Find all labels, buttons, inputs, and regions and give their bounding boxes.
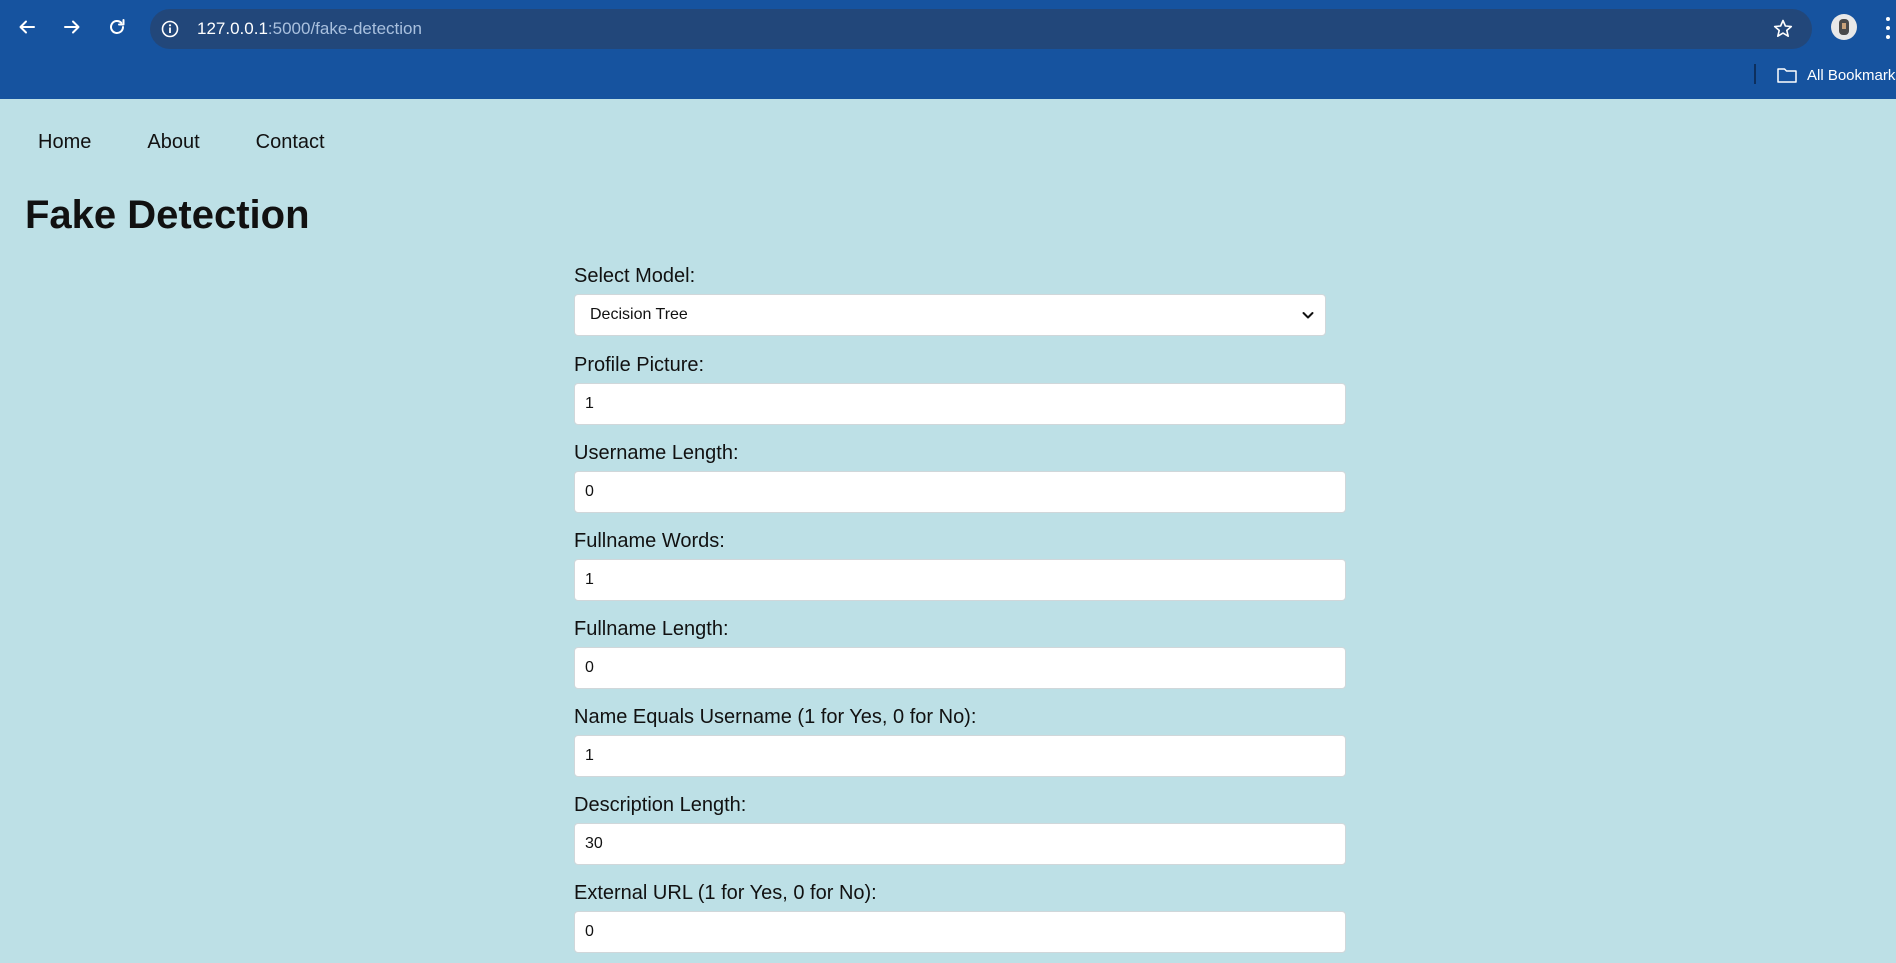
- name-equals-username-input[interactable]: [574, 735, 1346, 777]
- nav-home-link[interactable]: Home: [38, 131, 91, 154]
- page-body: Home About Contact Fake Detection Select…: [0, 99, 1896, 963]
- chevron-down-icon: [1302, 312, 1314, 319]
- profile-picture-label: Profile Picture:: [574, 354, 705, 376]
- folder-icon: [1777, 68, 1797, 83]
- browser-chrome: 127.0.0.1:5000/fake-detection All Bookma…: [0, 0, 1896, 99]
- address-bar[interactable]: 127.0.0.1:5000/fake-detection: [150, 9, 1812, 49]
- all-bookmarks-button[interactable]: All Bookmarks: [1776, 64, 1896, 86]
- name-equals-username-label: Name Equals Username (1 for Yes, 0 for N…: [574, 706, 977, 728]
- nav-about-link[interactable]: About: [147, 131, 199, 154]
- description-length-input[interactable]: [574, 823, 1346, 865]
- fullname-words-input[interactable]: [574, 559, 1346, 601]
- fullname-length-label: Fullname Length:: [574, 618, 729, 640]
- all-bookmarks-label: All Bookmarks: [1807, 66, 1896, 84]
- reload-button[interactable]: [99, 9, 135, 45]
- browser-toolbar: 127.0.0.1:5000/fake-detection: [0, 0, 1896, 54]
- model-select-value: Decision Tree: [590, 306, 688, 323]
- fullname-words-label: Fullname Words:: [574, 530, 725, 552]
- top-nav: Home About Contact: [38, 131, 381, 154]
- username-length-label: Username Length:: [574, 442, 739, 464]
- nav-contact-link[interactable]: Contact: [256, 131, 325, 154]
- username-length-input[interactable]: [574, 471, 1346, 513]
- arrow-right-icon: [64, 20, 80, 34]
- external-url-label: External URL (1 for Yes, 0 for No):: [574, 882, 877, 904]
- fullname-length-input[interactable]: [574, 647, 1346, 689]
- bookmarks-divider: [1754, 64, 1756, 84]
- arrow-left-icon: [19, 20, 35, 34]
- url-host: 127.0.0.1: [197, 19, 268, 38]
- bookmark-star-icon[interactable]: [1772, 18, 1794, 40]
- forward-button[interactable]: [54, 9, 90, 45]
- external-url-input[interactable]: [574, 911, 1346, 953]
- url-text[interactable]: 127.0.0.1:5000/fake-detection: [197, 9, 422, 49]
- page-title: Fake Detection: [25, 193, 310, 237]
- profile-avatar[interactable]: [1831, 14, 1857, 40]
- model-select[interactable]: Decision Tree: [574, 294, 1326, 336]
- back-button[interactable]: [9, 9, 45, 45]
- url-path: :5000/fake-detection: [267, 19, 422, 38]
- select-model-label: Select Model:: [574, 265, 696, 287]
- reload-icon: [110, 19, 125, 34]
- description-length-label: Description Length:: [574, 794, 747, 816]
- browser-menu-icon[interactable]: [1884, 15, 1892, 41]
- bookmarks-bar: All Bookmarks: [0, 54, 1896, 99]
- profile-picture-input[interactable]: [574, 383, 1346, 425]
- site-info-icon[interactable]: [160, 19, 180, 39]
